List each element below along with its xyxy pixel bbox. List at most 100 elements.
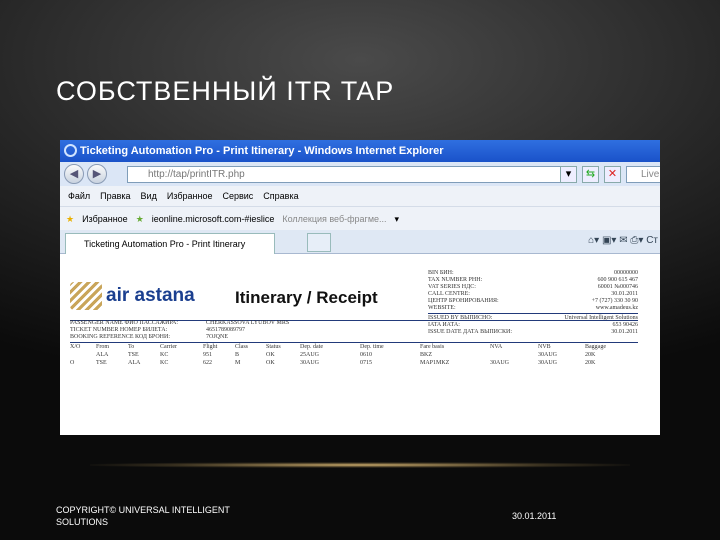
divider bbox=[428, 313, 638, 314]
feeds-icon[interactable]: ▣▾ bbox=[602, 235, 616, 246]
info-value: 30.01.2011 bbox=[611, 329, 638, 336]
table-cell: BKZ bbox=[420, 352, 432, 358]
info-value: 00000000 bbox=[614, 270, 638, 277]
browser-screenshot: Ticketing Automation Pro - Print Itinera… bbox=[60, 140, 660, 435]
table-cell: 20K bbox=[585, 360, 595, 366]
tab-print-itinerary[interactable]: Ticketing Automation Pro - Print Itinera… bbox=[65, 233, 275, 254]
table-cell: NVB bbox=[538, 344, 551, 350]
table-cell: 0610 bbox=[360, 352, 372, 358]
ie-icon bbox=[64, 144, 77, 157]
info-label: TAX NUMBER РНН: bbox=[428, 277, 482, 284]
info-row: BOOKING REFERENCE КОД БРОНИ:7OJQNE bbox=[70, 334, 289, 341]
forward-button[interactable]: ▶ bbox=[87, 164, 107, 184]
table-cell: ALA bbox=[96, 352, 108, 358]
chevron-down-icon[interactable]: ▾ bbox=[395, 214, 400, 224]
table-cell: Fare basis bbox=[420, 344, 444, 350]
menu-help[interactable]: Справка bbox=[263, 191, 298, 201]
favorites-button[interactable]: Избранное bbox=[82, 214, 128, 224]
info-row: VAT SERIES НДС: 60001 №000746 bbox=[428, 284, 638, 291]
info-value: 30.01.2011 bbox=[611, 291, 638, 298]
page-menu[interactable]: Ст bbox=[646, 235, 658, 246]
refresh-button[interactable]: ⇆ bbox=[582, 166, 599, 183]
glow-divider bbox=[90, 462, 630, 468]
menu-file[interactable]: Файл bbox=[68, 191, 90, 201]
table-cell: Dep. time bbox=[360, 344, 384, 350]
table-cell: B bbox=[235, 352, 239, 358]
table-cell: 30AUG bbox=[490, 360, 509, 366]
info-label: ISSUE DATE ДАТА ВЫПИСКИ: bbox=[428, 329, 512, 336]
table-cell: TSE bbox=[128, 352, 139, 358]
table-cell: 30AUG bbox=[300, 360, 319, 366]
table-cell: 0715 bbox=[360, 360, 372, 366]
star-icon: ★ bbox=[66, 214, 74, 224]
new-tab-button[interactable] bbox=[307, 233, 331, 252]
table-cell: KC bbox=[160, 352, 168, 358]
info-row: IATA ИАТА:653 90426 bbox=[428, 322, 638, 329]
divider bbox=[70, 342, 638, 343]
add-favorite-icon[interactable]: ★ bbox=[136, 214, 144, 224]
table-cell: 951 bbox=[203, 352, 212, 358]
table-cell: Carrier bbox=[160, 344, 177, 350]
info-label: WEBSITE: bbox=[428, 305, 456, 312]
table-cell: 30AUG bbox=[538, 360, 557, 366]
window-title: Ticketing Automation Pro - Print Itinera… bbox=[80, 145, 444, 157]
menu-view[interactable]: Вид bbox=[141, 191, 157, 201]
window-titlebar: Ticketing Automation Pro - Print Itinera… bbox=[60, 140, 660, 162]
print-icon[interactable]: ⎙▾ bbox=[630, 235, 643, 246]
slide-date: 30.01.2011 bbox=[512, 510, 556, 522]
info-row: PASSENGER NAME ФИО ПАССАЖИРА:CHERKASSOVA… bbox=[70, 320, 289, 327]
info-value: 600 900 615 467 bbox=[598, 277, 639, 284]
menu-favorites[interactable]: Избранное bbox=[167, 191, 213, 201]
home-icon[interactable]: ⌂▾ bbox=[588, 235, 599, 246]
back-button[interactable]: ◀ bbox=[64, 164, 84, 184]
receipt-page: air astana Itinerary / Receipt BIN БИН:0… bbox=[60, 258, 660, 435]
table-cell: OK bbox=[266, 352, 275, 358]
info-label: CALL CENTRE: bbox=[428, 291, 470, 298]
info-row: CALL CENTRE: 30.01.2011 bbox=[428, 291, 638, 298]
command-bar: ⌂▾ ▣▾ ✉ ⎙▾ Ст bbox=[588, 235, 658, 246]
menu-tools[interactable]: Сервис bbox=[222, 191, 253, 201]
info-label: BOOKING REFERENCE КОД БРОНИ: bbox=[70, 334, 206, 341]
issue-info: ISSUED BY ВЫПИСНО:Universal Intelligent … bbox=[428, 315, 638, 336]
info-value: 7OJQNE bbox=[206, 334, 228, 341]
table-cell: M bbox=[235, 360, 240, 366]
table-cell: 622 bbox=[203, 360, 212, 366]
info-row: TICKET NUMBER НОМЕР БИЛЕТА:4651789089797 bbox=[70, 327, 289, 334]
info-row: TAX NUMBER РНН: 600 900 615 467 bbox=[428, 277, 638, 284]
receipt-heading: Itinerary / Receipt bbox=[235, 288, 378, 308]
info-row: ЦЕНТР БРОНИРОВАНИЯ:+7 (727) 330 30 90 bbox=[428, 298, 638, 305]
table-cell: OK bbox=[266, 360, 275, 366]
url-input[interactable]: http://tap/printITR.php bbox=[127, 166, 577, 183]
info-label: VAT SERIES НДС: bbox=[428, 284, 476, 291]
table-cell: Flight bbox=[203, 344, 217, 350]
mail-icon[interactable]: ✉ bbox=[619, 235, 627, 246]
info-label: PASSENGER NAME ФИО ПАССАЖИРА: bbox=[70, 320, 206, 327]
info-row: BIN БИН:00000000 bbox=[428, 270, 638, 277]
menu-edit[interactable]: Правка bbox=[100, 191, 130, 201]
search-input[interactable]: Live bbox=[626, 166, 660, 183]
table-cell: O bbox=[70, 360, 74, 366]
info-row: ISSUE DATE ДАТА ВЫПИСКИ: 30.01.2011 bbox=[428, 329, 638, 336]
table-row: OTSEALAKC622MOK30AUG0715MAP1MKZ30AUG30AU… bbox=[70, 360, 650, 368]
info-row: WEBSITE:www.amadeus.kz bbox=[428, 305, 638, 312]
table-cell: 20K bbox=[585, 352, 595, 358]
table-cell: 30AUG bbox=[538, 352, 557, 358]
info-label: TICKET NUMBER НОМЕР БИЛЕТА: bbox=[70, 327, 206, 334]
table-header: X/OFromToCarrierFlightClassStatusDep. da… bbox=[70, 344, 650, 352]
logo-emblem-icon bbox=[70, 282, 102, 310]
favorite-link-webslice[interactable]: Коллекция веб-фрагме... bbox=[282, 214, 386, 224]
favorites-bar: ★ Избранное ★ ieonline.microsoft.com-#iesli… bbox=[60, 206, 660, 230]
stop-button[interactable]: ✕ bbox=[604, 166, 621, 183]
url-dropdown[interactable]: ▾ bbox=[560, 166, 577, 183]
table-cell: TSE bbox=[96, 360, 107, 366]
info-label: ЦЕНТР БРОНИРОВАНИЯ: bbox=[428, 298, 499, 305]
favorite-link-ieonline[interactable]: ieonline.microsoft.com-#ieslice bbox=[152, 214, 275, 224]
copyright: COPYRIGHT© UNIVERSAL INTELLIGENT SOLUTIO… bbox=[56, 504, 276, 528]
table-cell: MAP1MKZ bbox=[420, 360, 449, 366]
table-cell: Dep. date bbox=[300, 344, 323, 350]
table-cell: X/O bbox=[70, 344, 80, 350]
table-cell: NVA bbox=[490, 344, 502, 350]
info-value: 60001 №000746 bbox=[598, 284, 638, 291]
address-bar-row: ◀ ▶ http://tap/printITR.php ▾ ⇆ ✕ Live bbox=[60, 162, 660, 186]
info-value: 653 90426 bbox=[613, 322, 639, 329]
